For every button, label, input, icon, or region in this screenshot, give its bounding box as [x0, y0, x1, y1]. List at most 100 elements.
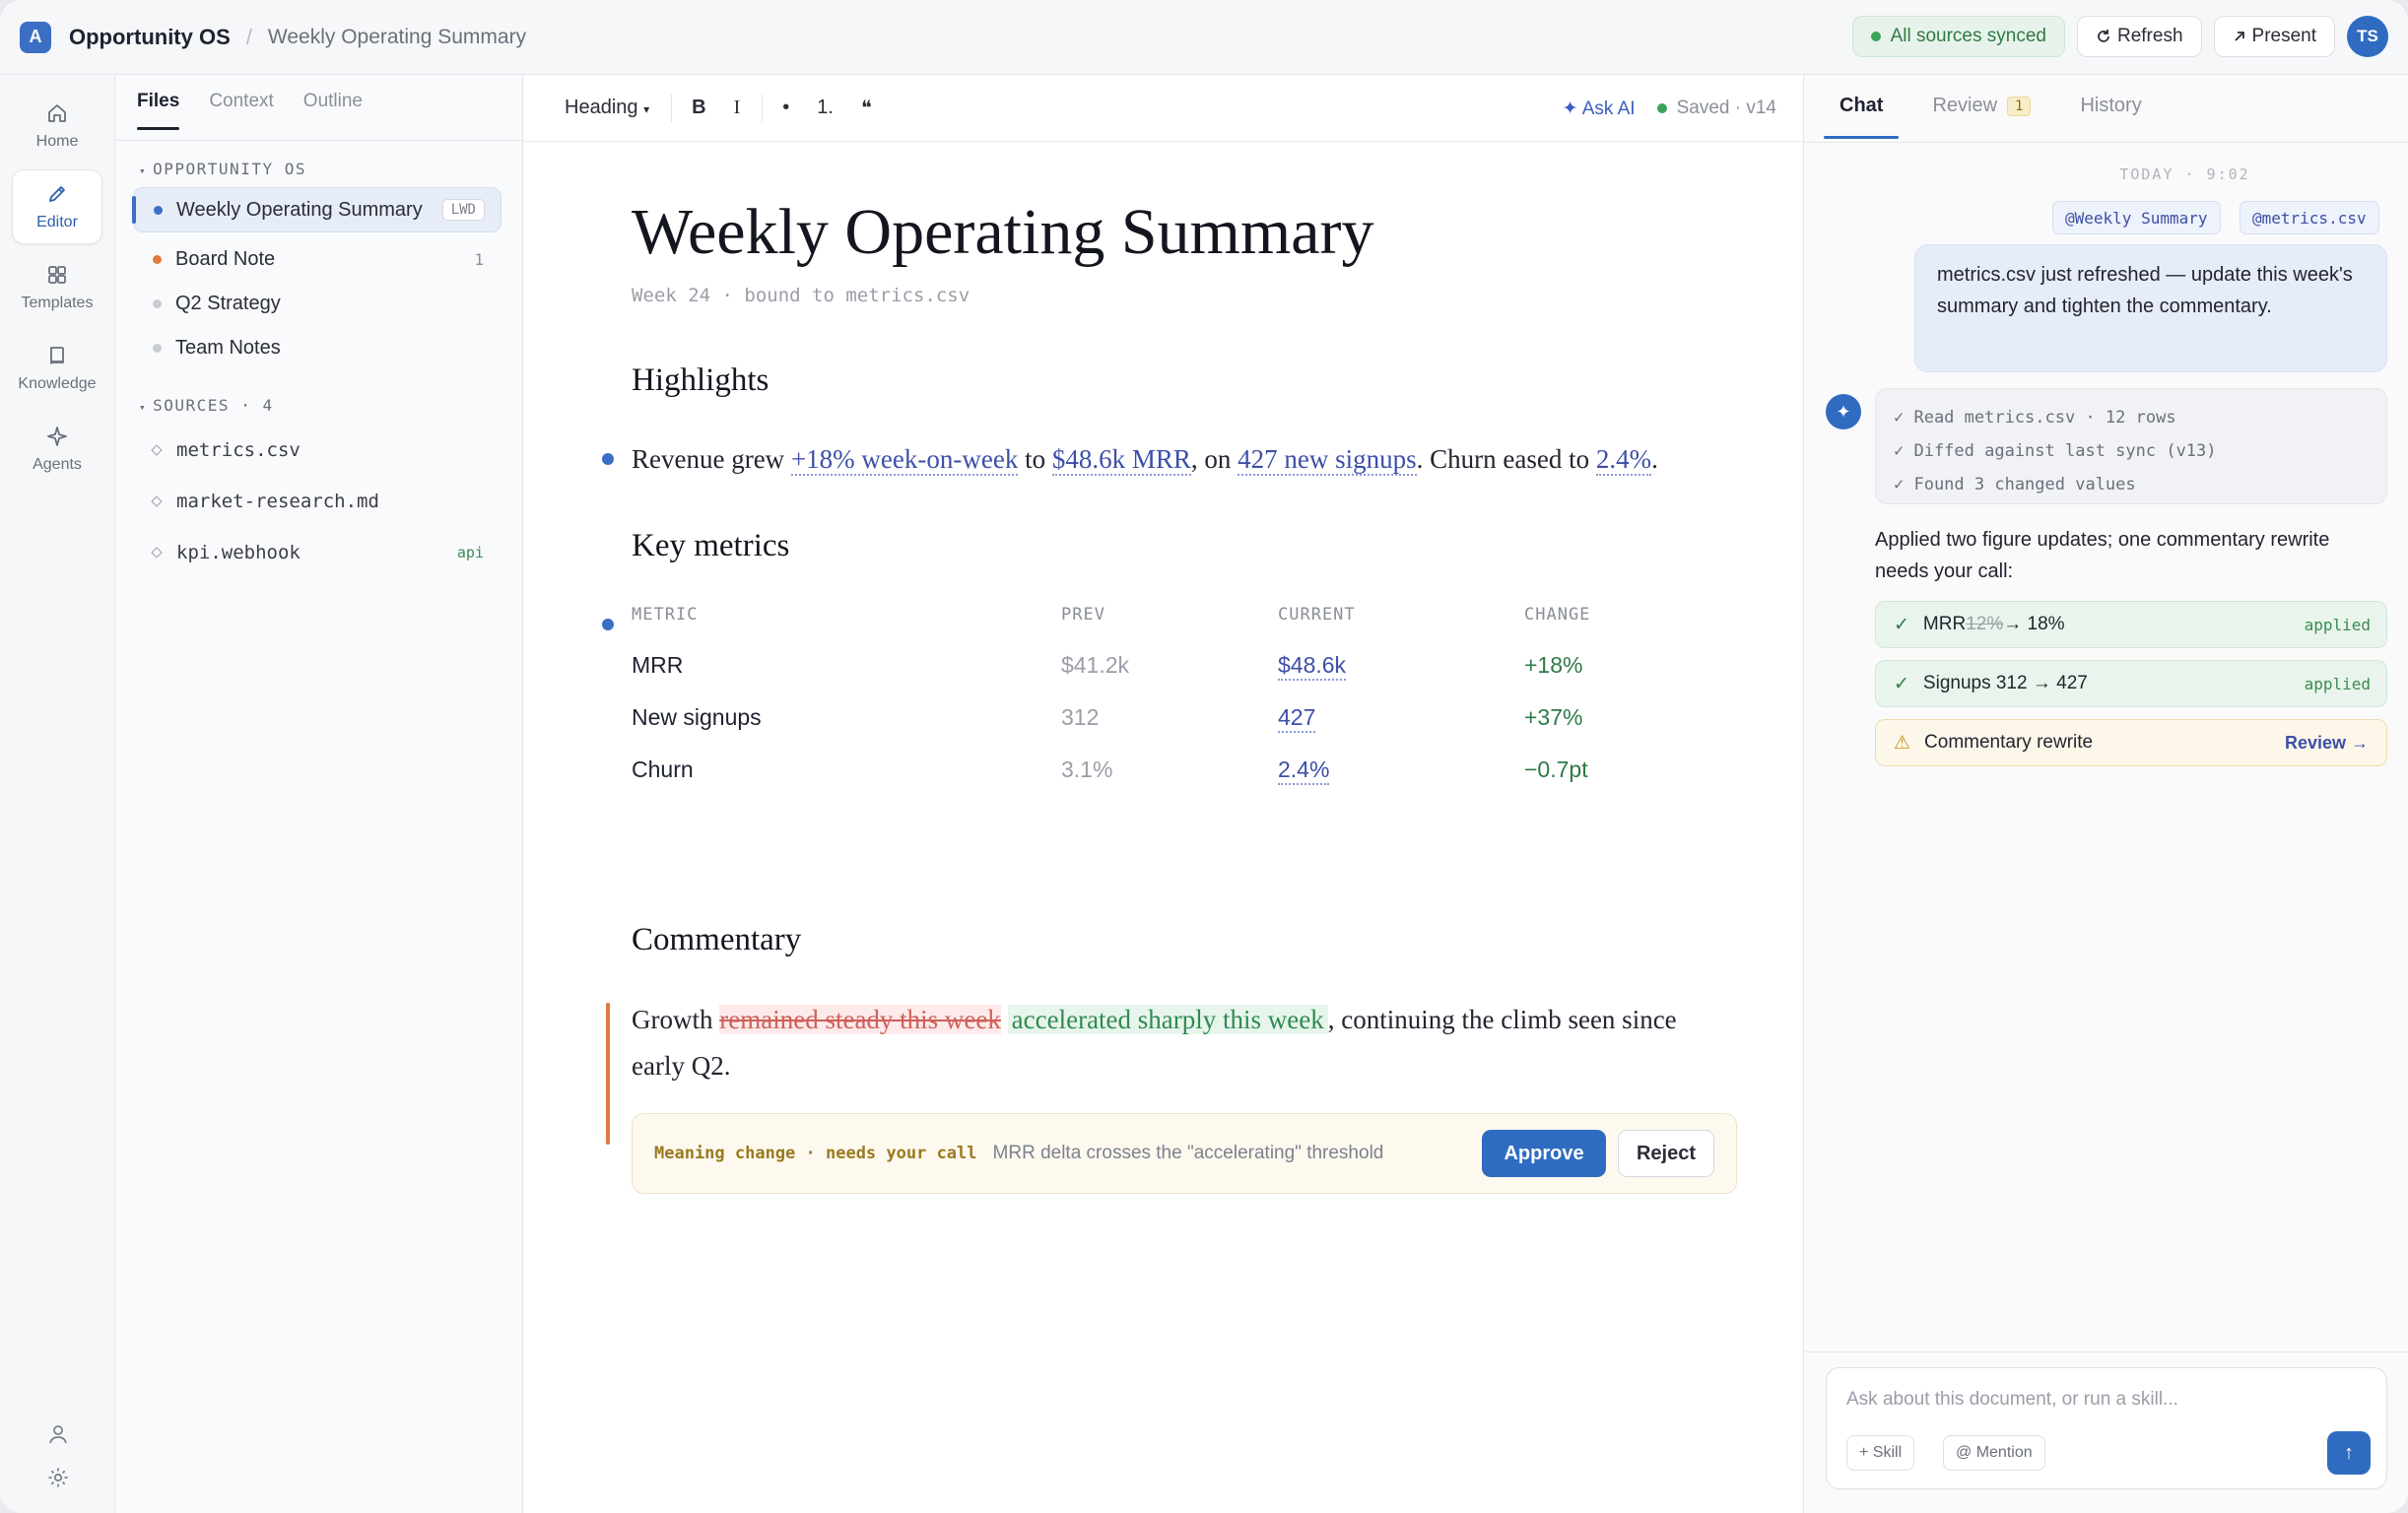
tab-label: Review	[1932, 95, 1998, 116]
highlights-paragraph[interactable]: Revenue grew +18% week-on-week to $48.6k…	[632, 435, 1658, 483]
rail-item-home[interactable]: Home	[12, 89, 102, 164]
ask-ai-button[interactable]: ✦ Ask AI	[1563, 98, 1636, 120]
tab-chat[interactable]: Chat	[1823, 95, 1901, 139]
cell-current[interactable]: 2.4%	[1278, 756, 1330, 785]
rail-label-home: Home	[35, 133, 79, 150]
settings-button[interactable]	[0, 1466, 115, 1489]
user-avatar[interactable]: TS	[2347, 16, 2388, 57]
suggested-insertion[interactable]: accelerated sharply this week	[1007, 1005, 1328, 1034]
send-button[interactable]: ↑	[2327, 1431, 2371, 1475]
mention-button[interactable]: @ Mention	[1943, 1435, 2045, 1471]
breadcrumb-separator: /	[245, 24, 252, 49]
metrics-heading[interactable]: Key metrics	[632, 528, 789, 564]
source-item-metrics[interactable]: metrics.csv	[133, 428, 502, 473]
present-button[interactable]: Present	[2213, 16, 2335, 57]
doc-item-label: Team Notes	[175, 336, 281, 359]
cell-prev: $41.2k	[1061, 652, 1130, 678]
reject-button[interactable]: Reject	[1618, 1130, 1714, 1177]
chat-panel: Chat Review 1 History TODAY · 9:02 @Weekl…	[1804, 75, 2408, 1513]
text-run: .	[1651, 444, 1658, 474]
bound-value-link[interactable]: 2.4%	[1595, 444, 1652, 476]
rail-item-agents[interactable]: Agents	[12, 412, 102, 487]
user-message: metrics.csv just refreshed — update this…	[1914, 244, 2387, 372]
source-label: metrics.csv	[176, 439, 301, 461]
nav-rail: Home Editor Templates Knowledge Agents	[0, 75, 115, 1513]
workspace-heading[interactable]: ▾ OPPORTUNITY OS	[139, 160, 306, 178]
chat-input[interactable]	[1846, 1384, 2359, 1415]
rail-item-editor[interactable]: Editor	[12, 169, 102, 244]
commentary-paragraph-line2[interactable]: early Q2.	[632, 1042, 730, 1089]
commentary-paragraph[interactable]: Growth remained steady this week acceler…	[632, 996, 1677, 1043]
action-item-signups[interactable]: ✓ Signups 312 → 427 applied	[1875, 660, 2387, 707]
doc-title[interactable]: Weekly Operating Summary	[632, 195, 1374, 270]
present-label: Present	[2251, 26, 2316, 46]
context-chip[interactable]: @metrics.csv	[2240, 201, 2379, 234]
doc-item-team-notes[interactable]: Team Notes	[133, 325, 502, 370]
text-run: , continuing the climb seen since	[1327, 1005, 1677, 1034]
sources-heading[interactable]: ▾ SOURCES · 4	[139, 396, 274, 415]
doc-dot-icon	[153, 254, 162, 264]
top-bar: A Opportunity OS / Weekly Operating Summ…	[0, 0, 2408, 75]
italic-button[interactable]: I	[734, 97, 741, 119]
action-item-mrr[interactable]: ✓ MRR 12% → 18% applied	[1875, 601, 2387, 648]
doc-item-board-note[interactable]: Board Note 1	[133, 236, 502, 282]
bound-value-link[interactable]: $48.6k MRR	[1051, 444, 1191, 476]
action-status: applied	[2304, 615, 2371, 634]
quote-button[interactable]: ❝	[861, 96, 872, 120]
context-chip[interactable]: @Weekly Summary	[2052, 201, 2221, 234]
approve-button[interactable]: Approve	[1482, 1130, 1606, 1177]
rail-label-agents: Agents	[33, 456, 82, 473]
editor-toolbar: Heading ▾ B I • 1. ❝ ✦ Ask AI Saved · v1…	[523, 75, 1804, 142]
numbered-list-button[interactable]: 1.	[817, 97, 834, 119]
agent-step: ✓ Read metrics.csv · 12 rows	[1894, 408, 2176, 428]
block-handle-icon[interactable]	[602, 453, 614, 465]
block-handle-icon[interactable]	[602, 619, 614, 630]
book-icon	[49, 347, 64, 364]
block-style-select[interactable]: Heading ▾	[565, 97, 649, 119]
editor-pane: Heading ▾ B I • 1. ❝ ✦ Ask AI Saved · v1…	[523, 75, 1804, 1513]
cell-current[interactable]: $48.6k	[1278, 652, 1347, 681]
doc-item-q2-strategy[interactable]: Q2 Strategy	[133, 281, 502, 326]
table-header-prev: PREV	[1061, 605, 1105, 625]
rail-item-templates[interactable]: Templates	[12, 250, 102, 325]
tab-label: Chat	[1839, 95, 1884, 116]
commentary-heading[interactable]: Commentary	[632, 922, 801, 958]
source-item-market-research[interactable]: market-research.md	[133, 479, 502, 524]
action-item-commentary[interactable]: ⚠ Commentary rewrite Review →	[1875, 719, 2387, 766]
callout-label: Meaning change · needs your call	[654, 1144, 977, 1163]
rail-label-templates: Templates	[21, 295, 94, 311]
bullet-list-button[interactable]: •	[782, 97, 789, 119]
refresh-button[interactable]: Refresh	[2076, 16, 2202, 57]
skill-button[interactable]: + Skill	[1846, 1435, 1915, 1471]
gear-icon	[48, 1468, 67, 1487]
app-name[interactable]: Opportunity OS	[69, 25, 231, 50]
caret-down-icon: ▾	[643, 102, 650, 116]
profile-button[interactable]	[0, 1422, 115, 1446]
highlights-heading[interactable]: Highlights	[632, 362, 769, 399]
tab-history[interactable]: History	[2080, 95, 2141, 139]
text-run: . Churn eased to	[1416, 444, 1596, 474]
bound-value-link[interactable]: 427 new signups	[1237, 444, 1417, 476]
sync-status-label: All sources synced	[1890, 26, 2046, 46]
tab-outline[interactable]: Outline	[303, 91, 363, 130]
source-item-kpi-webhook[interactable]: kpi.webhook api	[133, 530, 502, 575]
cell-current[interactable]: 427	[1278, 704, 1316, 733]
action-status: applied	[2304, 674, 2371, 693]
action-label: → 18%	[2003, 614, 2065, 634]
save-status: Saved · v14	[1656, 98, 1776, 119]
tab-context[interactable]: Context	[209, 91, 273, 130]
callout-message: MRR delta crosses the "accelerating" thr…	[992, 1143, 1384, 1163]
review-link[interactable]: Review →	[2285, 733, 2369, 754]
table-header-change: CHANGE	[1524, 605, 1591, 625]
app-logo[interactable]: A	[20, 21, 51, 53]
suggested-deletion[interactable]: remained steady this week	[719, 1005, 1001, 1034]
chevron-down-icon: ▾	[139, 401, 148, 414]
doc-item-weekly-summary[interactable]: Weekly Operating Summary LWD	[132, 187, 502, 232]
bound-value-link[interactable]: +18% week-on-week	[790, 444, 1019, 476]
tab-files[interactable]: Files	[137, 91, 180, 130]
bold-button[interactable]: B	[692, 97, 705, 119]
tab-review[interactable]: Review 1	[1932, 95, 2032, 139]
refresh-label: Refresh	[2116, 26, 2183, 46]
ai-avatar-icon: ✦	[1826, 394, 1861, 429]
rail-item-knowledge[interactable]: Knowledge	[12, 331, 102, 406]
